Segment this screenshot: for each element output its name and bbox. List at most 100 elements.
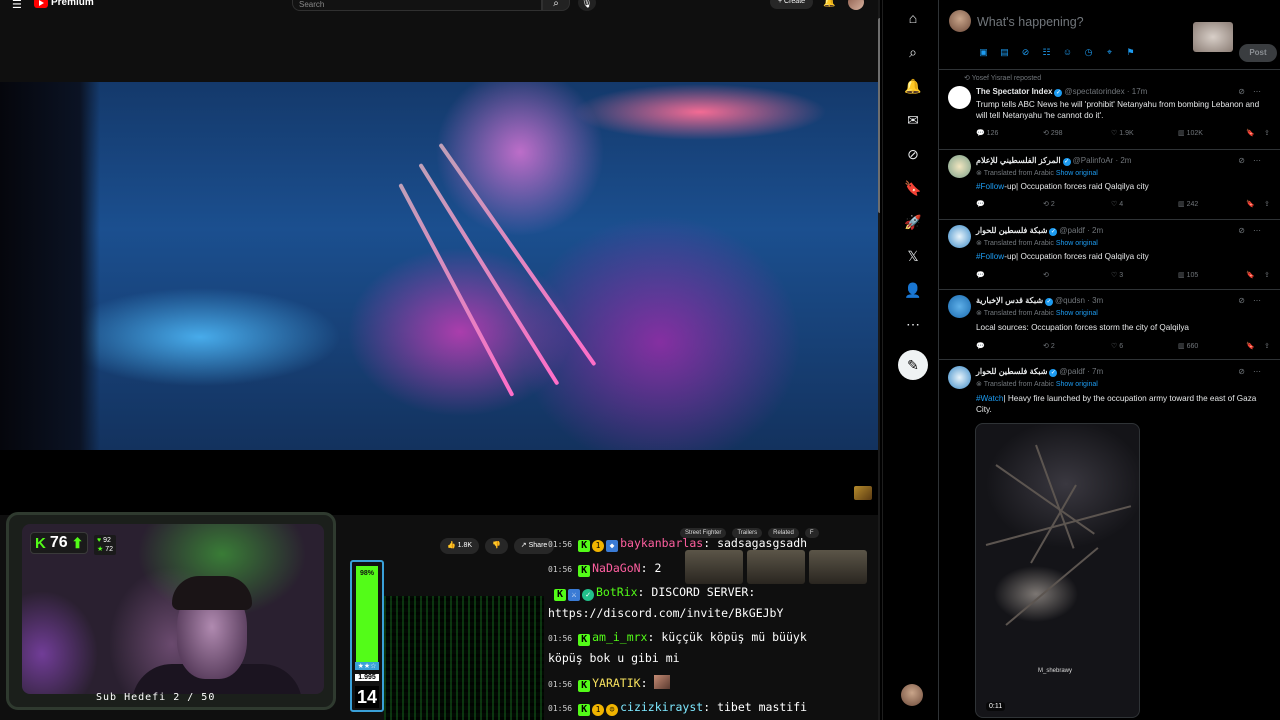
hamburger-menu-icon[interactable]: ☰ (12, 0, 22, 11)
share-icon[interactable]: ⇪ (1264, 271, 1270, 279)
tweet[interactable]: المركز الفلسطيني للإعلام ✓ @PalinfoAr · 2m… (939, 150, 1280, 220)
messages-icon[interactable]: ✉ (903, 110, 923, 130)
tweet-handle[interactable]: @paldf (1059, 226, 1084, 235)
youtube-search-input[interactable]: Search (292, 0, 542, 11)
search-icon[interactable]: ⌕ (542, 0, 570, 11)
search-icon[interactable]: ⌕ (903, 42, 923, 62)
bookmark-icon[interactable]: 🔖 (1246, 129, 1255, 137)
chat-username[interactable]: am_i_mrx (592, 630, 647, 644)
image-icon[interactable]: ▣ (977, 46, 990, 59)
chat-username[interactable]: NaDaGoN (592, 561, 640, 575)
chat-username[interactable]: baykanbarlas (620, 536, 703, 550)
schedule-icon[interactable]: ◷ (1082, 46, 1095, 59)
more-icon[interactable]: ⋯ (903, 314, 923, 334)
profile-icon[interactable]: 👤 (903, 280, 923, 300)
grok-icon[interactable]: ⊘ (1238, 156, 1245, 165)
account-avatar[interactable] (848, 0, 864, 10)
poll-icon[interactable]: ☷ (1040, 46, 1053, 59)
rocket-icon[interactable]: 🚀 (903, 212, 923, 232)
like-button[interactable]: ♡ 1.9K (1111, 129, 1134, 137)
views-button[interactable]: ▥ 660 (1178, 342, 1198, 350)
tweet-handle[interactable]: @spectatorindex (1064, 87, 1124, 96)
views-button[interactable]: ▥ 105 (1178, 271, 1198, 279)
grok-icon[interactable]: ⊘ (903, 144, 923, 164)
reply-button[interactable]: 💬 126 (976, 129, 998, 137)
reply-button[interactable]: 💬 (976, 200, 985, 208)
like-button[interactable]: ♡ 4 (1111, 200, 1123, 208)
like-button[interactable]: 👍 1.8K (440, 538, 480, 554)
x-premium-icon[interactable]: 𝕏 (903, 246, 923, 266)
more-icon[interactable]: ⋯ (1253, 296, 1261, 305)
tweet[interactable]: شبكة فلسطين للحوار ✓ @paldf · 7m ⊘ ⋯ ⊗ Tra… (939, 360, 1280, 720)
tweet[interactable]: شبكة قدس الإخبارية ✓ @qudsn · 3m ⊘ ⋯ ⊗ Tra… (939, 290, 1280, 360)
chat-text[interactable]: https://discord.com/invite/BkGEJbY (548, 606, 783, 620)
tweet-author[interactable]: المركز الفلسطيني للإعلام (976, 156, 1061, 165)
flag-icon[interactable]: ⚑ (1124, 46, 1137, 59)
show-original-link[interactable]: Show original (1056, 310, 1098, 317)
notifications-bell-icon[interactable]: 🔔 (823, 0, 835, 8)
tweet[interactable]: ⟲ Yosef Yisrael reposted The Spectator I… (939, 70, 1280, 150)
views-button[interactable]: ▥ 242 (1178, 200, 1198, 208)
tweet-time[interactable]: · 2m (1087, 226, 1103, 235)
grok-icon[interactable]: ⊘ (1238, 226, 1245, 235)
tweet-time[interactable]: · 17m (1127, 87, 1147, 96)
tweet-avatar[interactable] (948, 366, 971, 389)
tweet-author[interactable]: شبكة فلسطين للحوار (976, 367, 1047, 376)
hashtag-link[interactable]: #Watch (976, 394, 1003, 403)
chat-username[interactable]: BotRix (596, 585, 638, 599)
repost-button[interactable]: ⟲ (1043, 271, 1049, 279)
gif-icon[interactable]: ▤ (998, 46, 1011, 59)
attached-image-preview[interactable] (1193, 22, 1233, 52)
reply-button[interactable]: 💬 (976, 342, 985, 350)
tweet-handle[interactable]: @qudsn (1055, 296, 1085, 305)
emoji-icon[interactable]: ☺ (1061, 46, 1074, 59)
account-avatar[interactable] (901, 684, 923, 706)
bookmark-icon[interactable]: 🔖 (1246, 342, 1255, 350)
like-button[interactable]: ♡ 3 (1111, 271, 1123, 279)
notifications-icon[interactable]: 🔔 (903, 76, 923, 96)
more-icon[interactable]: ⋯ (1253, 226, 1261, 235)
microphone-icon[interactable]: 🎙 (578, 0, 596, 11)
tweet-author[interactable]: The Spectator Index (976, 87, 1052, 96)
more-icon[interactable]: ⋯ (1253, 156, 1261, 165)
grok-icon[interactable]: ⊘ (1019, 46, 1032, 59)
grok-icon[interactable]: ⊘ (1238, 367, 1245, 376)
tweet-avatar[interactable] (948, 86, 971, 109)
bookmark-icon[interactable]: 🔖 (1246, 271, 1255, 279)
grok-icon[interactable]: ⊘ (1238, 296, 1245, 305)
compose-post-icon[interactable]: ✎ (898, 350, 928, 380)
tweet-avatar[interactable] (948, 295, 971, 318)
tweet-time[interactable]: · 7m (1087, 367, 1103, 376)
youtube-logo[interactable]: Premium (34, 0, 94, 8)
share-icon[interactable]: ⇪ (1264, 342, 1270, 350)
post-button[interactable]: Post (1239, 44, 1277, 62)
share-icon[interactable]: ⇪ (1264, 200, 1270, 208)
compose-input[interactable]: What's happening? (977, 15, 1084, 29)
hashtag-link[interactable]: #Follow (976, 252, 1004, 261)
tweet-author[interactable]: شبكة فلسطين للحوار (976, 226, 1047, 235)
tweet-author[interactable]: شبكة قدس الإخبارية (976, 296, 1043, 305)
location-icon[interactable]: ⌖ (1103, 46, 1116, 59)
more-icon[interactable]: ⋯ (1253, 87, 1261, 96)
home-icon[interactable]: ⌂ (903, 8, 923, 28)
grok-icon[interactable]: ⊘ (1238, 87, 1245, 96)
tweet[interactable]: شبكة فلسطين للحوار ✓ @paldf · 2m ⊘ ⋯ ⊗ Tra… (939, 220, 1280, 290)
tweet-handle[interactable]: @paldf (1059, 367, 1084, 376)
repost-button[interactable]: ⟲ 2 (1043, 200, 1055, 208)
more-icon[interactable]: ⋯ (1253, 367, 1261, 376)
channel-watermark-icon[interactable] (854, 486, 872, 500)
tweet-time[interactable]: · 2m (1115, 156, 1131, 165)
bookmarks-icon[interactable]: 🔖 (903, 178, 923, 198)
chat-username[interactable]: cizizkirayst (620, 700, 703, 714)
hashtag-link[interactable]: #Follow (976, 182, 1004, 191)
tweet-handle[interactable]: @PalinfoAr (1073, 156, 1114, 165)
tweet-avatar[interactable] (948, 225, 971, 248)
dislike-button[interactable]: 👎 (485, 538, 508, 554)
share-icon[interactable]: ⇪ (1264, 129, 1270, 137)
show-original-link[interactable]: Show original (1056, 240, 1098, 247)
bookmark-icon[interactable]: 🔖 (1246, 200, 1255, 208)
video-player[interactable] (0, 82, 880, 450)
tweet-video[interactable]: M_shebrawy 0:11 (975, 423, 1140, 718)
scrollbar-thumb[interactable] (878, 18, 880, 213)
create-button[interactable]: + Create (770, 0, 814, 9)
